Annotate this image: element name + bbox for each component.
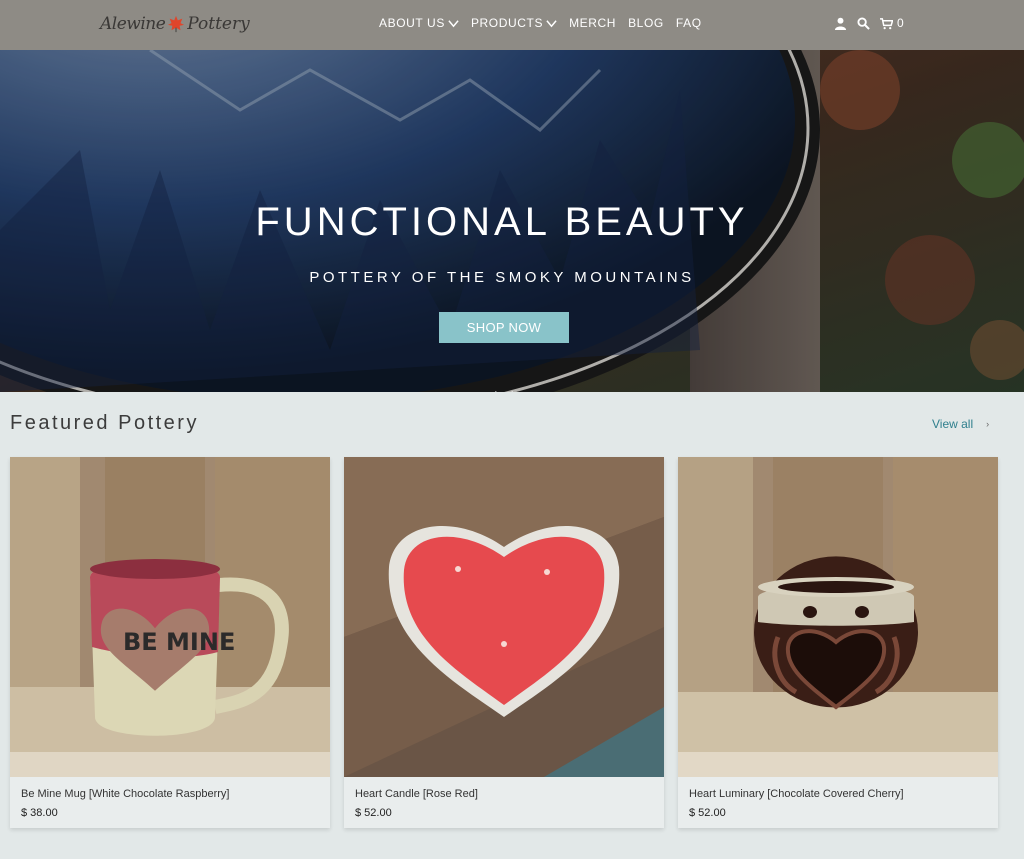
header-actions: 0 — [834, 16, 904, 30]
nav-about-us[interactable]: ABOUT US — [379, 16, 459, 30]
nav-faq[interactable]: FAQ — [676, 16, 702, 30]
site-header: Alewine Pottery ABOUT US PRODUCTS MERCH … — [0, 0, 1024, 50]
chevron-down-icon — [546, 19, 557, 27]
hero-banner: FUNCTIONAL BEAUTY POTTERY OF THE SMOKY M… — [0, 50, 1024, 392]
view-all-link[interactable]: View all › — [932, 417, 989, 431]
nav-faq-label: FAQ — [675, 16, 702, 30]
product-image[interactable] — [678, 457, 998, 777]
scroll-down-chevron-icon[interactable] — [493, 390, 515, 392]
cart-button[interactable]: 0 — [880, 16, 904, 30]
hero-subtitle: POTTERY OF THE SMOKY MOUNTAINS — [309, 269, 695, 286]
product-price: $ 52.00 — [689, 807, 726, 819]
nav-products[interactable]: PRODUCTS — [471, 16, 557, 30]
product-card-be-mine-mug[interactable]: BE MINE Be Mine Mug [White Chocolate Ras… — [10, 457, 330, 828]
be-mine-stamp: BE MINE — [123, 628, 235, 656]
product-card-heart-luminary[interactable]: Heart Luminary [Chocolate Covered Cherry… — [678, 457, 998, 828]
product-price: $ 52.00 — [355, 807, 392, 819]
logo-text-alewine: Alewine — [100, 14, 166, 34]
cart-count: 0 — [897, 16, 904, 30]
logo-text-pottery: Pottery — [187, 14, 250, 34]
product-name[interactable]: Be Mine Mug [White Chocolate Raspberry] — [21, 788, 229, 800]
cart-icon — [880, 17, 893, 29]
product-image[interactable]: BE MINE — [10, 457, 330, 777]
chevron-down-icon — [448, 19, 459, 27]
site-logo[interactable]: Alewine Pottery — [100, 4, 250, 44]
product-image[interactable] — [344, 457, 664, 777]
search-icon[interactable] — [857, 16, 870, 30]
hero-title: FUNCTIONAL BEAUTY — [255, 200, 749, 244]
nav-merch[interactable]: MERCH — [569, 16, 616, 30]
heart-candle-image — [344, 457, 664, 777]
nav-merch-label: MERCH — [569, 16, 617, 30]
nav-products-label: PRODUCTS — [470, 16, 544, 30]
product-name[interactable]: Heart Candle [Rose Red] — [355, 788, 478, 800]
shop-now-button[interactable]: SHOP NOW — [439, 312, 569, 343]
nav-blog-label: BLOG — [628, 16, 664, 30]
featured-section-title: Featured Pottery — [10, 412, 199, 434]
product-card-heart-candle[interactable]: Heart Candle [Rose Red] $ 52.00 — [344, 457, 664, 828]
heart-luminary-image — [678, 457, 998, 777]
product-price: $ 38.00 — [21, 807, 58, 819]
view-all-label: View all — [932, 417, 974, 431]
maple-leaf-icon — [168, 15, 185, 33]
account-icon[interactable] — [834, 17, 847, 30]
chevron-right-icon: › — [986, 419, 990, 429]
nav-blog[interactable]: BLOG — [628, 16, 664, 30]
nav-about-us-label: ABOUT US — [379, 16, 445, 30]
product-name[interactable]: Heart Luminary [Chocolate Covered Cherry… — [689, 788, 904, 800]
mug-image: BE MINE — [10, 457, 330, 777]
main-nav: ABOUT US PRODUCTS MERCH BLOG FAQ — [379, 16, 714, 30]
